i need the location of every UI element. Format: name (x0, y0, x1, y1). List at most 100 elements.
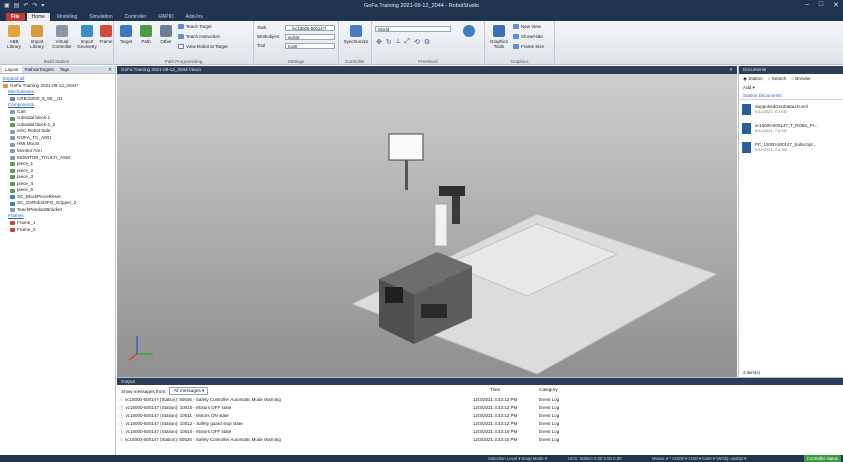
axis-x (128, 353, 138, 361)
column-time[interactable]: Time (490, 387, 500, 392)
document-item[interactable]: PC_15000-500147_Subscript... 9/12/2021, 2… (742, 142, 840, 153)
eye-icon (463, 25, 475, 37)
tree-item[interactable]: Frame_2 (3, 227, 112, 234)
tab-simulation[interactable]: Simulation (84, 13, 117, 21)
group-controller: Synchronize Controller (339, 21, 372, 65)
radio-station[interactable]: ◉ Station (743, 76, 763, 82)
import-geometry-button[interactable]: Import Geometry (76, 25, 98, 49)
3d-viewport[interactable]: GoFa Training 2021-09-12_2044:View1 ✕ (117, 66, 737, 377)
tab-modeling[interactable]: Modeling (52, 13, 82, 21)
viewport-close-icon[interactable]: ✕ (729, 66, 733, 74)
tab-paths-targets[interactable]: Paths&Targets (22, 66, 57, 73)
output-header: Output (117, 378, 843, 385)
path-icon (140, 25, 152, 37)
workobject-label: Workobject (257, 34, 280, 39)
group-label-graphics: Graphics (510, 59, 529, 64)
part-icon (10, 123, 15, 128)
frame-icon (10, 227, 15, 232)
smart-component-icon (10, 201, 15, 206)
frame-button[interactable]: Frame (99, 25, 113, 44)
tab-add-ins[interactable]: Add-Ins (181, 13, 208, 21)
target-button[interactable]: Target (117, 25, 135, 44)
robot-base (434, 203, 448, 247)
tab-home[interactable]: Home (26, 13, 50, 21)
table-row[interactable]: ⚠ vc15000-500147 (Station): 50526 - Safet… (117, 396, 843, 403)
view-icon-button[interactable] (458, 25, 480, 39)
document-list: SupportedGenDataList.xml 9/11/2021, 6.1 K… (739, 100, 843, 157)
table-row[interactable]: ⓘ vc15000-500147 (Station): 10011 - Motor… (117, 412, 843, 419)
tab-rapid[interactable]: RAPID (153, 13, 178, 21)
import-library-button[interactable]: Import Library (26, 25, 48, 49)
documents-header: Documents (739, 66, 843, 74)
task-select[interactable]: ...(vc15000-500147) (285, 25, 335, 31)
part-icon (10, 168, 15, 173)
instruction-settings[interactable]: MoveL ▾ * v1000 ▾ z100 ▾ tool0 ▾ \WObj:=… (652, 455, 746, 462)
synchronize-icon (350, 25, 362, 37)
show-hide-icon (513, 34, 519, 39)
station-documents-header: Station Documents (739, 92, 843, 100)
warning-icon: ⚠ (119, 397, 124, 402)
window-title: GoFa Training 2021-09-12_2044 - RobotStu… (364, 3, 479, 9)
tool-select[interactable]: tool0 (285, 43, 335, 49)
table-row[interactable]: ⚠ vc15000-500147 (Station): 50526 - Safet… (117, 436, 843, 443)
workobject-select[interactable]: wobj0 (285, 34, 335, 40)
reference-frame-select[interactable]: World (375, 26, 451, 32)
move-icon[interactable]: ✥ (376, 38, 382, 46)
tab-layout[interactable]: Layout (2, 66, 22, 73)
status-bar: Selection Level ▾ Snap Mode ▾ UCS: Stati… (0, 455, 843, 462)
abb-library-button[interactable]: ABB Library (3, 25, 25, 49)
new-view-button[interactable]: New View (513, 24, 541, 29)
teach-target-button[interactable]: Teach Target (178, 24, 212, 29)
other-button[interactable]: Other (157, 25, 175, 44)
table-row[interactable]: ⓘ vc15000-500147 (Station): 10010 - Motor… (117, 404, 843, 411)
tab-tags[interactable]: Tags (57, 66, 73, 73)
jog-linear-icon[interactable]: ⤢ (404, 38, 410, 46)
title-bar: ▣ ▤ ↶ ↷ ▾ GoFa Training 2021-09-12_2044 … (0, 0, 843, 12)
document-item[interactable]: SupportedGenDataList.xml 9/11/2021, 6.1 K… (742, 104, 840, 115)
monitor-arm (405, 160, 408, 190)
tool-label: Tool (257, 43, 266, 48)
group-settings: Task ...(vc15000-500147) Workobject wobj… (254, 21, 339, 65)
synchronize-button[interactable]: Synchronize (342, 25, 370, 44)
view-robot-at-target-checkbox[interactable]: View Robot at Target (178, 44, 228, 49)
controller-panel (421, 304, 447, 318)
frame-size-button[interactable]: Frame Size (513, 44, 544, 49)
minimize-button[interactable]: – (805, 1, 809, 9)
jog-joint-icon[interactable]: ⟂ (396, 38, 401, 46)
task-label: Task (257, 25, 267, 30)
part-icon (10, 175, 15, 180)
tab-file[interactable]: File (6, 13, 25, 21)
frame-icon (10, 221, 15, 226)
path-button[interactable]: Path (137, 25, 155, 44)
close-button[interactable]: ✕ (833, 1, 839, 9)
new-view-icon (513, 24, 519, 29)
rotate-icon[interactable]: ↻ (386, 38, 392, 46)
component-group-icon (10, 155, 15, 160)
radio-browse[interactable]: ○ Browse (791, 76, 810, 82)
tab-controller[interactable]: Controller (120, 13, 152, 21)
show-hide-button[interactable]: Show/Hide (513, 34, 543, 39)
teach-instruction-icon (178, 34, 184, 39)
controller-status[interactable]: Controller status (803, 455, 841, 462)
radio-search[interactable]: ○ Search (768, 76, 787, 82)
virtual-controller-button[interactable]: Virtual Controller (50, 25, 74, 49)
teach-instruction-button[interactable]: Teach Instruction (178, 34, 220, 39)
group-label-controller: Controller (345, 59, 365, 64)
group-label-freehand: Freehand (418, 59, 438, 64)
selection-snap-mode[interactable]: Selection Level ▾ Snap Mode ▾ (488, 455, 547, 462)
message-filter-select[interactable]: All messages ▾ (169, 387, 209, 395)
panel-close-icon[interactable]: ✕ (108, 67, 115, 73)
table-row[interactable]: ⓘ vc15000-500147 (Station): 10012 - Safet… (117, 420, 843, 427)
column-category[interactable]: Category (539, 387, 558, 392)
3d-scene[interactable] (117, 74, 737, 377)
part-icon (10, 182, 15, 187)
document-item[interactable]: vc15000-500147_T_ROB1_Pr... 9/11/2021, 7.… (742, 123, 840, 134)
jog-reorient-icon[interactable]: ⟲ (414, 38, 420, 46)
multi-robot-jog-icon[interactable]: ⚙ (424, 38, 430, 46)
maximize-button[interactable]: □ (819, 1, 823, 9)
table-row[interactable]: ⓘ vc15000-500147 (Station): 10010 - Motor… (117, 428, 843, 435)
graphics-tools-button[interactable]: Graphics Tools (487, 25, 511, 49)
virtual-controller-icon (56, 25, 68, 37)
add-button[interactable]: Add ▾ (739, 84, 843, 92)
ucs-readout: UCS: Station 0.00 0.00 0.00 (568, 456, 622, 461)
